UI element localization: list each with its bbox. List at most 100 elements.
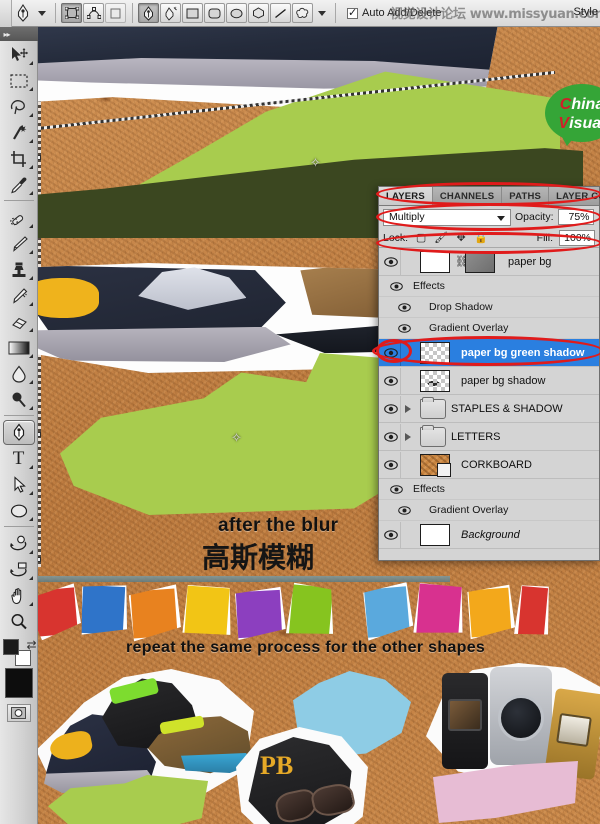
lock-position-move-icon[interactable]: ✥ [454,231,468,245]
layer-thumbnail[interactable] [420,341,450,364]
crop-tool[interactable] [3,146,35,171]
options-bar-grip[interactable] [0,0,12,27]
lasso-tool[interactable] [3,94,35,119]
effect-row-corkboard-gradient-overlay[interactable]: Gradient Overlay [379,500,599,521]
magic-wand-tool[interactable] [3,120,35,145]
layer-thumbnail[interactable] [420,250,450,273]
eye-icon[interactable] [381,395,401,422]
transform-reference-point-middle[interactable]: ✧ [231,431,242,444]
polygon-tool-button[interactable] [248,3,269,23]
healing-brush-tool[interactable] [3,205,35,230]
tool-more-corner-icon [28,576,33,580]
zoom-tool[interactable] [3,609,35,634]
tool-more-corner-icon [28,465,33,469]
layer-row-paper-bg[interactable]: ⛓ paper bg [379,248,599,276]
tab-paths[interactable]: PATHS [502,187,550,205]
clone-stamp-tool[interactable] [3,257,35,282]
shape-tool[interactable] [3,498,35,523]
layer-row-background[interactable]: Background [379,521,599,549]
tool-more-corner-icon [28,165,33,169]
layer-thumbnail[interactable] [420,453,451,477]
transform-reference-point[interactable]: ✧ [310,156,321,169]
color-swatches[interactable]: ⇄ [2,638,37,668]
eye-icon[interactable] [379,315,429,341]
pen-tool-button[interactable] [138,3,159,23]
eye-icon[interactable] [381,423,401,450]
shape-layers-button[interactable] [61,3,82,23]
tab-layer-comps[interactable]: LAYER CO [549,187,600,205]
group-disclosure-triangle-icon[interactable] [401,432,415,441]
lock-image-pixels-brush-icon[interactable]: 🖌 [434,231,448,245]
layer-name: LETTERS [451,430,501,443]
lock-all-padlock-icon[interactable]: 🔒 [474,231,488,245]
rounded-rectangle-tool-button[interactable] [204,3,225,23]
group-disclosure-triangle-icon[interactable] [401,404,415,413]
eye-icon[interactable] [381,521,401,548]
tab-channels[interactable]: CHANNELS [433,187,503,205]
default-colors-icon[interactable] [4,668,33,698]
layer-thumbnail[interactable] [420,369,450,392]
effect-row-gradient-overlay[interactable]: Gradient Overlay [379,318,599,339]
dodge-tool[interactable] [3,387,35,412]
layer-mask-thumbnail[interactable] [465,250,495,273]
eye-icon[interactable] [381,339,401,366]
swap-colors-icon[interactable]: ⇄ [26,638,36,652]
gradient-tool[interactable] [3,335,35,360]
layer-row-letters-group[interactable]: LETTERS [379,423,599,451]
rotate-3d-camera-tool[interactable] [3,557,35,582]
rectangle-tool-button[interactable] [182,3,203,23]
ellipse-tool-button[interactable] [226,3,247,23]
shape-options-chevron-down-icon[interactable] [318,10,326,16]
hand-tool[interactable] [3,583,35,608]
eyedropper-tool[interactable] [3,172,35,197]
foreground-color-swatch[interactable] [2,639,19,655]
tool-more-corner-icon [28,602,33,606]
pen-tool[interactable] [2,420,35,445]
fill-pixels-button[interactable] [105,3,126,23]
paths-button[interactable] [83,3,104,23]
rotate-3d-object-tool[interactable] [3,531,35,556]
brush-tool[interactable] [3,231,35,256]
eye-icon[interactable] [381,451,401,478]
layers-panel[interactable]: LAYERS CHANNELS PATHS LAYER CO Multiply … [378,186,600,561]
lock-transparent-pixels-icon[interactable]: ▢ [414,231,428,245]
link-mask-icon[interactable]: ⛓ [455,255,469,268]
eye-icon[interactable] [381,367,401,394]
line-tool-button[interactable] [270,3,291,23]
tool-more-corner-icon [28,380,33,384]
rectangular-marquee-tool[interactable] [3,68,35,93]
fill-input[interactable]: 100% [559,229,595,246]
freeform-pen-button[interactable] [160,3,181,23]
eye-icon[interactable] [381,248,401,275]
layer-row-paper-bg-shadow[interactable]: paper bg shadow [379,367,599,395]
options-divider [55,3,56,23]
path-selection-tool[interactable] [3,472,35,497]
type-tool[interactable]: T [3,446,35,471]
tool-more-corner-icon [28,191,33,195]
opacity-input[interactable]: 75% [557,209,594,225]
eye-icon[interactable] [379,497,429,523]
pen-tool-preset-icon[interactable] [12,2,34,24]
custom-shape-tool-button[interactable] [292,3,313,23]
eraser-tool[interactable] [3,309,35,334]
tab-layers[interactable]: LAYERS [379,187,433,205]
tool-more-corner-icon [28,139,33,143]
blur-tool[interactable] [3,361,35,386]
quick-mask-button[interactable] [6,704,31,722]
layer-row-corkboard[interactable]: CORKBOARD [379,451,599,479]
transform-handle[interactable] [38,557,41,562]
blend-mode-select[interactable]: Multiply [383,208,511,226]
checkbox-box[interactable] [347,6,358,19]
history-brush-tool[interactable] [3,283,35,308]
layer-row-paper-bg-green-shadow[interactable]: paper bg green shadow [379,339,599,367]
layer-thumbnail[interactable] [420,523,450,546]
move-tool[interactable] [3,42,35,67]
smart-object-badge-icon [437,462,451,477]
layers-list[interactable]: ⛓ paper bg Effects Drop Shadow Gradient … [379,248,599,560]
toolbox-collapse-button[interactable]: ▸▸ [0,27,38,41]
layer-row-staples-shadow-group[interactable]: STAPLES & SHADOW [379,395,599,423]
transform-handle[interactable] [38,155,41,160]
tool-more-corner-icon [28,302,33,306]
tool-preset-chevron-down-icon[interactable] [38,10,46,16]
transform-handle[interactable] [38,432,41,437]
